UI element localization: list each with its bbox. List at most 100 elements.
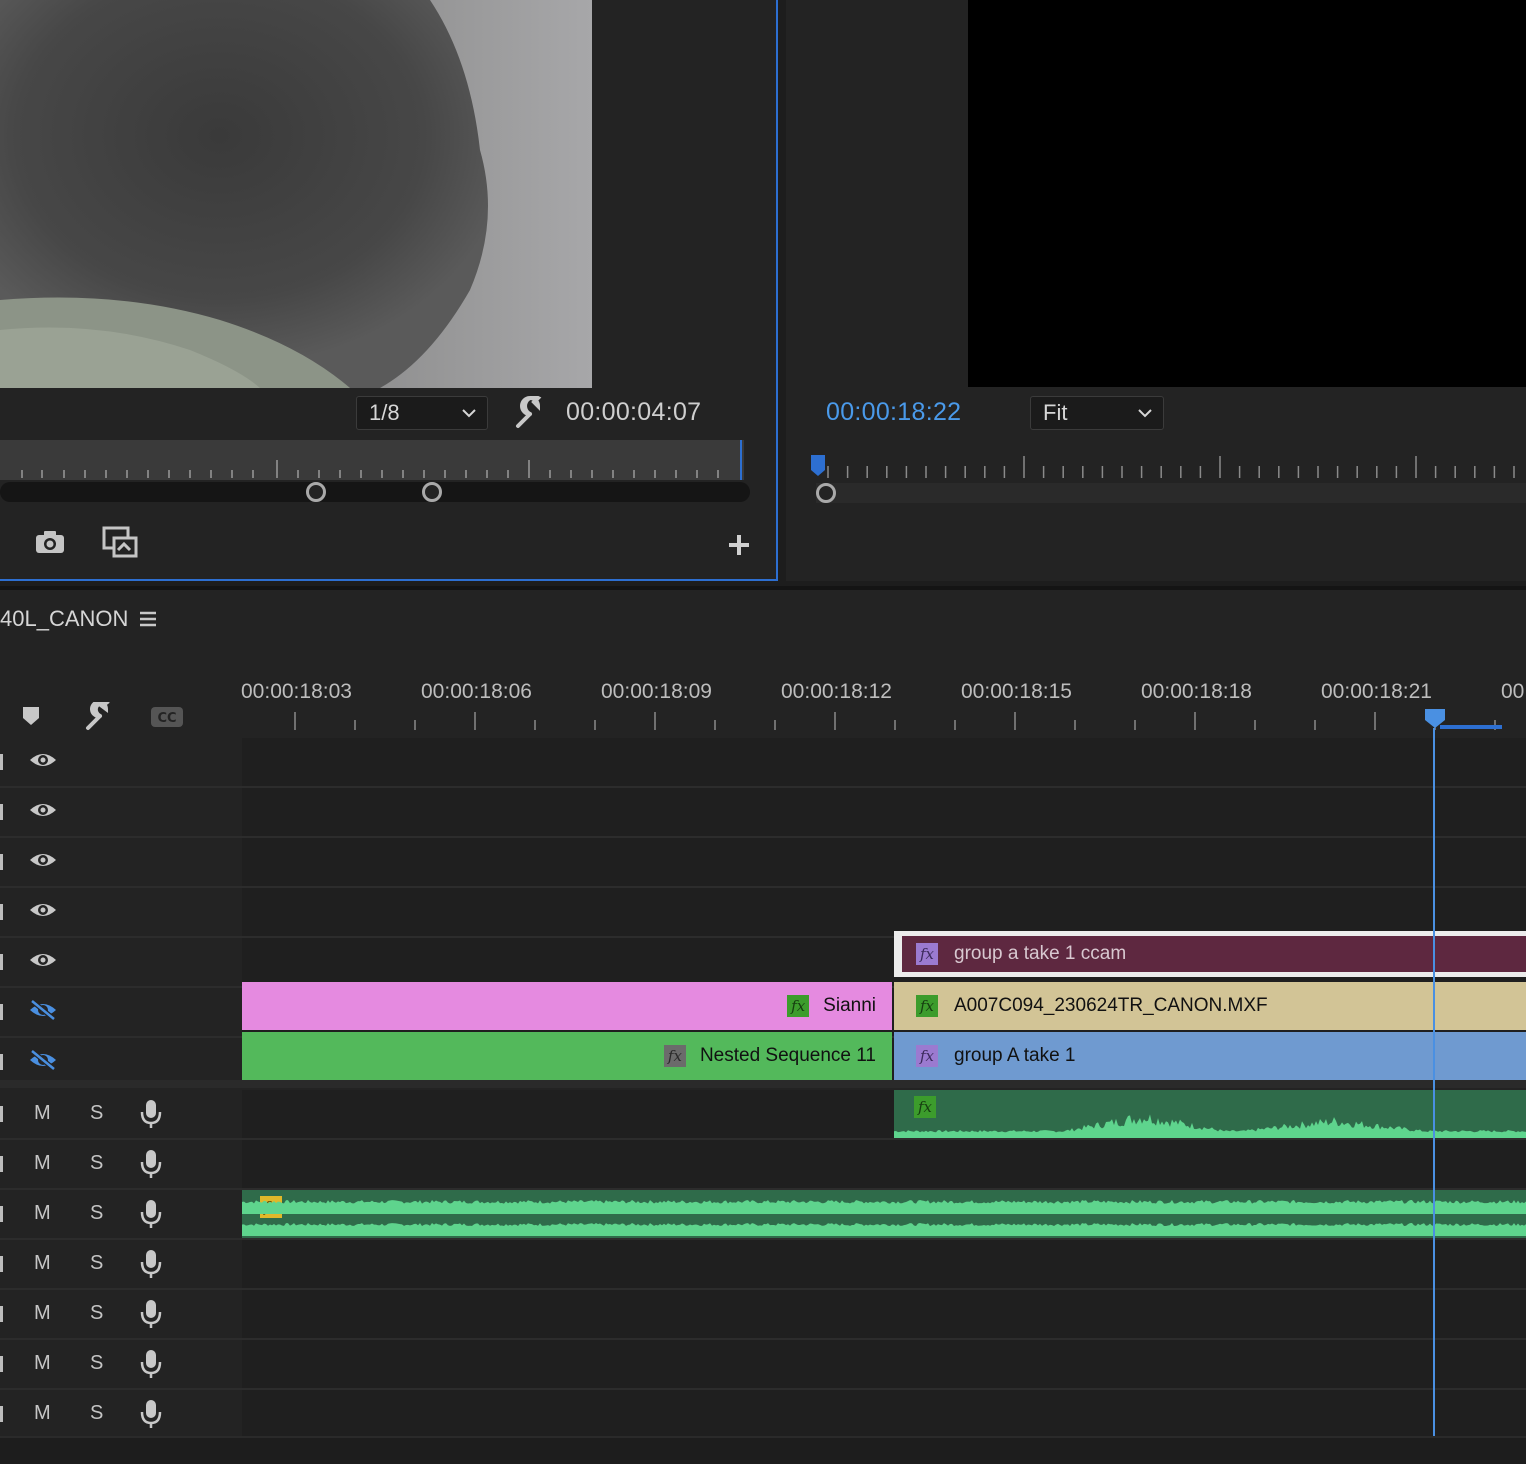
microphone-icon[interactable] bbox=[140, 1299, 162, 1334]
eye-icon[interactable] bbox=[28, 798, 58, 827]
program-video-frame bbox=[968, 0, 1526, 387]
mute-button[interactable]: M bbox=[34, 1252, 51, 1275]
fx-badge[interactable]: fx bbox=[916, 943, 938, 965]
solo-button[interactable]: S bbox=[90, 1152, 103, 1175]
microphone-icon[interactable] bbox=[140, 1249, 162, 1284]
resolution-value: 1/8 bbox=[369, 400, 400, 425]
source-time-ruler[interactable] bbox=[0, 440, 744, 480]
work-area-bar[interactable] bbox=[1440, 725, 1502, 729]
eye-hidden-icon[interactable] bbox=[28, 1048, 58, 1077]
video-audio-divider[interactable] bbox=[0, 1080, 1526, 1088]
eye-icon[interactable] bbox=[28, 948, 58, 977]
source-zoom-scrollbar[interactable] bbox=[0, 482, 750, 502]
mute-button[interactable]: M bbox=[34, 1302, 51, 1325]
solo-button[interactable]: S bbox=[90, 1402, 103, 1425]
timeline-footer bbox=[0, 1436, 1526, 1464]
track-target-marker[interactable] bbox=[0, 1106, 3, 1122]
solo-button[interactable]: S bbox=[90, 1202, 103, 1225]
overwrite-icon[interactable] bbox=[102, 526, 138, 563]
mute-button[interactable]: M bbox=[34, 1152, 51, 1175]
track-target-marker[interactable] bbox=[0, 754, 3, 770]
solo-button[interactable]: S bbox=[90, 1102, 103, 1125]
mute-button[interactable]: M bbox=[34, 1102, 51, 1125]
eye-icon[interactable] bbox=[28, 898, 58, 927]
audio-waveform bbox=[242, 1200, 1526, 1236]
audio-track-area[interactable] bbox=[242, 1340, 1526, 1388]
audio-track-area[interactable] bbox=[242, 1390, 1526, 1438]
mute-button[interactable]: M bbox=[34, 1402, 51, 1425]
track-target-marker[interactable] bbox=[0, 954, 3, 970]
camera-icon[interactable] bbox=[34, 528, 66, 561]
audio-track-header: MS bbox=[0, 1290, 240, 1338]
scroll-out-handle[interactable] bbox=[422, 482, 442, 502]
microphone-icon[interactable] bbox=[140, 1099, 162, 1134]
program-timecode[interactable]: 00:00:18:22 bbox=[826, 398, 961, 427]
track-target-marker[interactable] bbox=[0, 854, 3, 870]
track-target-marker[interactable] bbox=[0, 1156, 3, 1172]
video-track-row bbox=[0, 838, 1526, 886]
audio-clip-a1[interactable]: fx bbox=[894, 1090, 1526, 1138]
track-target-marker[interactable] bbox=[0, 1256, 3, 1272]
fx-badge[interactable]: fx bbox=[916, 995, 938, 1017]
solo-button[interactable]: S bbox=[90, 1252, 103, 1275]
mute-button[interactable]: M bbox=[34, 1202, 51, 1225]
clip-v1-left[interactable]: fx Nested Sequence 11 bbox=[242, 1032, 892, 1080]
eye-icon[interactable] bbox=[28, 848, 58, 877]
clip-label: group a take 1 ccam bbox=[954, 943, 1127, 964]
fx-badge[interactable]: fx bbox=[663, 1045, 686, 1067]
resolution-dropdown[interactable]: 1/8 bbox=[356, 396, 488, 430]
track-target-marker[interactable] bbox=[0, 1054, 3, 1070]
eye-icon[interactable] bbox=[28, 748, 58, 777]
clip-selected-outline[interactable]: fx group a take 1 ccam bbox=[894, 931, 1526, 977]
video-track-area[interactable] bbox=[242, 788, 1526, 836]
source-timecode[interactable]: 00:00:04:07 bbox=[566, 398, 701, 427]
eye-hidden-icon[interactable] bbox=[28, 998, 58, 1027]
program-zoom-scrollbar[interactable] bbox=[816, 483, 1526, 503]
audio-track-area[interactable] bbox=[242, 1240, 1526, 1288]
video-track-row bbox=[0, 888, 1526, 936]
timeline-playhead-icon[interactable] bbox=[1424, 708, 1448, 737]
video-track-area[interactable] bbox=[242, 838, 1526, 886]
clip-v2-right[interactable]: fx A007C094_230624TR_CANON.MXF bbox=[894, 982, 1526, 1030]
source-frame-image bbox=[0, 0, 592, 388]
track-target-marker[interactable] bbox=[0, 1406, 3, 1422]
microphone-icon[interactable] bbox=[140, 1399, 162, 1434]
solo-button[interactable]: S bbox=[90, 1302, 103, 1325]
track-target-marker[interactable] bbox=[0, 904, 3, 920]
mute-button[interactable]: M bbox=[34, 1352, 51, 1375]
program-playhead-icon[interactable] bbox=[810, 454, 826, 483]
premiere-workspace: { "source_monitor": { "resolution": "1/8… bbox=[0, 0, 1526, 1464]
microphone-icon[interactable] bbox=[140, 1149, 162, 1184]
solo-button[interactable]: S bbox=[90, 1352, 103, 1375]
video-track-area[interactable] bbox=[242, 738, 1526, 786]
track-target-marker[interactable] bbox=[0, 1206, 3, 1222]
fx-badge[interactable]: fx bbox=[787, 995, 810, 1017]
program-time-ruler[interactable] bbox=[816, 452, 1526, 482]
audio-track-header: MS bbox=[0, 1190, 240, 1238]
audio-track-area[interactable] bbox=[242, 1290, 1526, 1338]
audio-track-area[interactable] bbox=[242, 1140, 1526, 1188]
track-target-marker[interactable] bbox=[0, 1306, 3, 1322]
fx-badge[interactable]: fx bbox=[916, 1045, 938, 1067]
track-target-marker[interactable] bbox=[0, 804, 3, 820]
add-button-icon[interactable] bbox=[726, 532, 752, 563]
microphone-icon[interactable] bbox=[140, 1199, 162, 1234]
video-track-header bbox=[0, 738, 240, 786]
track-target-marker[interactable] bbox=[0, 1004, 3, 1020]
clip-v1-right[interactable]: fx group A take 1 bbox=[894, 1032, 1526, 1080]
zoom-dropdown[interactable]: Fit bbox=[1030, 396, 1164, 430]
source-monitor-panel: 1/8 00:00:04:07 bbox=[0, 0, 778, 581]
chevron-down-icon bbox=[461, 397, 477, 438]
audio-clip-a3[interactable]: fx bbox=[242, 1190, 1526, 1238]
scroll-in-handle[interactable] bbox=[816, 483, 836, 503]
track-target-marker[interactable] bbox=[0, 1356, 3, 1372]
wrench-icon[interactable] bbox=[512, 395, 544, 435]
audio-track-row: MS bbox=[0, 1140, 1526, 1188]
video-track-header bbox=[0, 838, 240, 886]
audio-track-row: MS bbox=[0, 1390, 1526, 1438]
microphone-icon[interactable] bbox=[140, 1349, 162, 1384]
playhead-line bbox=[1433, 728, 1435, 1436]
scroll-in-handle[interactable] bbox=[306, 482, 326, 502]
clip-v2-left[interactable]: fx Sianni bbox=[242, 982, 892, 1030]
video-track-area[interactable] bbox=[242, 888, 1526, 936]
